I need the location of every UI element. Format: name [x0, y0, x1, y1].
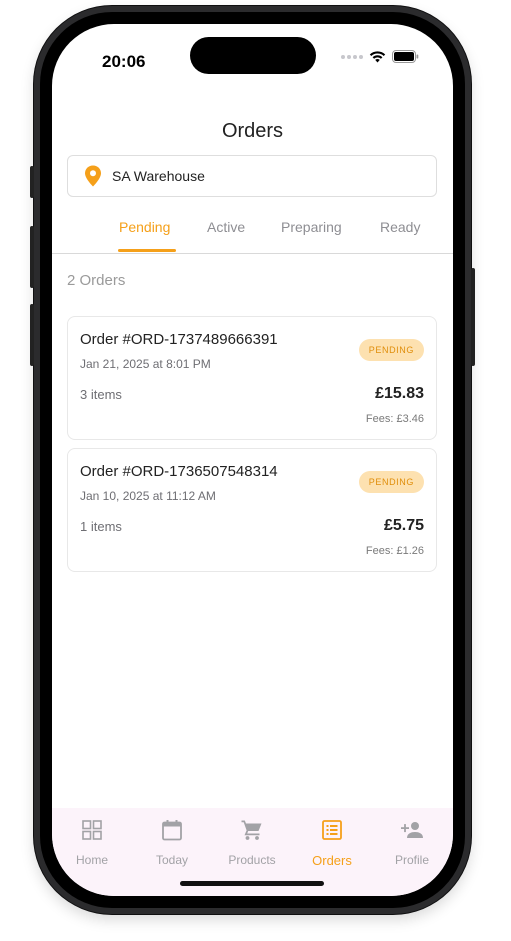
- wifi-icon: [369, 51, 386, 63]
- nav-label: Profile: [394, 853, 429, 867]
- bottom-navigation: Home Today Products Orders Profile: [52, 808, 453, 896]
- order-date: Jan 21, 2025 at 8:01 PM: [80, 357, 211, 371]
- warehouse-selector[interactable]: SA Warehouse: [67, 155, 437, 197]
- orders-count: 2 Orders: [67, 272, 126, 289]
- nav-label: Home: [75, 853, 108, 867]
- status-tabs: Pending Active Preparing Ready: [52, 209, 453, 254]
- calendar-icon: [162, 820, 182, 841]
- volume-up-button: [30, 226, 34, 288]
- order-id: Order #ORD-1736507548314: [80, 463, 278, 480]
- cart-icon: [241, 820, 262, 840]
- order-items: 3 items: [80, 387, 122, 402]
- nav-profile[interactable]: Profile: [372, 818, 452, 867]
- order-fees: Fees: £1.26: [365, 545, 424, 557]
- volume-down-button: [30, 304, 34, 366]
- active-tab-indicator: [118, 249, 176, 252]
- nav-home[interactable]: Home: [52, 818, 132, 867]
- order-card[interactable]: Order #ORD-1736507548314 Jan 10, 2025 at…: [67, 448, 437, 572]
- add-person-icon: [401, 822, 423, 838]
- tab-ready[interactable]: Ready: [380, 219, 420, 235]
- list-icon: [322, 820, 342, 840]
- nav-label: Orders: [312, 853, 352, 868]
- nav-today[interactable]: Today: [132, 818, 212, 867]
- home-indicator[interactable]: [180, 881, 324, 886]
- status-bar: 20:06: [52, 24, 453, 94]
- order-items: 1 items: [80, 519, 122, 534]
- phone-frame: 20:06 Orders SA Warehouse Pending Active…: [30, 6, 475, 914]
- dynamic-island: [190, 37, 316, 74]
- nav-products[interactable]: Products: [212, 818, 292, 867]
- nav-label: Products: [228, 853, 276, 867]
- status-icons: [341, 50, 419, 63]
- nav-orders[interactable]: Orders: [292, 818, 372, 868]
- warehouse-name: SA Warehouse: [112, 168, 205, 184]
- status-badge: PENDING: [358, 471, 424, 493]
- app-screen: 20:06 Orders SA Warehouse Pending Active…: [52, 24, 453, 896]
- tab-pending[interactable]: Pending: [119, 219, 170, 235]
- battery-icon: [392, 50, 419, 63]
- page-title: Orders: [221, 120, 284, 142]
- order-total: £15.83: [375, 385, 424, 402]
- status-time: 20:06: [102, 52, 146, 71]
- status-badge: PENDING: [358, 339, 424, 361]
- grid-icon: [82, 820, 102, 840]
- tab-preparing[interactable]: Preparing: [281, 219, 342, 235]
- nav-label: Today: [155, 853, 189, 867]
- order-id: Order #ORD-1737489666391: [80, 331, 278, 348]
- order-total: £5.75: [383, 517, 424, 534]
- tab-active[interactable]: Active: [207, 219, 245, 235]
- order-card[interactable]: Order #ORD-1737489666391 Jan 21, 2025 at…: [67, 316, 437, 440]
- order-date: Jan 10, 2025 at 11:12 AM: [80, 489, 216, 503]
- signal-icon: [341, 54, 363, 59]
- action-button: [30, 166, 34, 198]
- location-pin-icon: [85, 165, 101, 187]
- order-fees: Fees: £3.46: [365, 413, 424, 425]
- power-button: [471, 268, 475, 366]
